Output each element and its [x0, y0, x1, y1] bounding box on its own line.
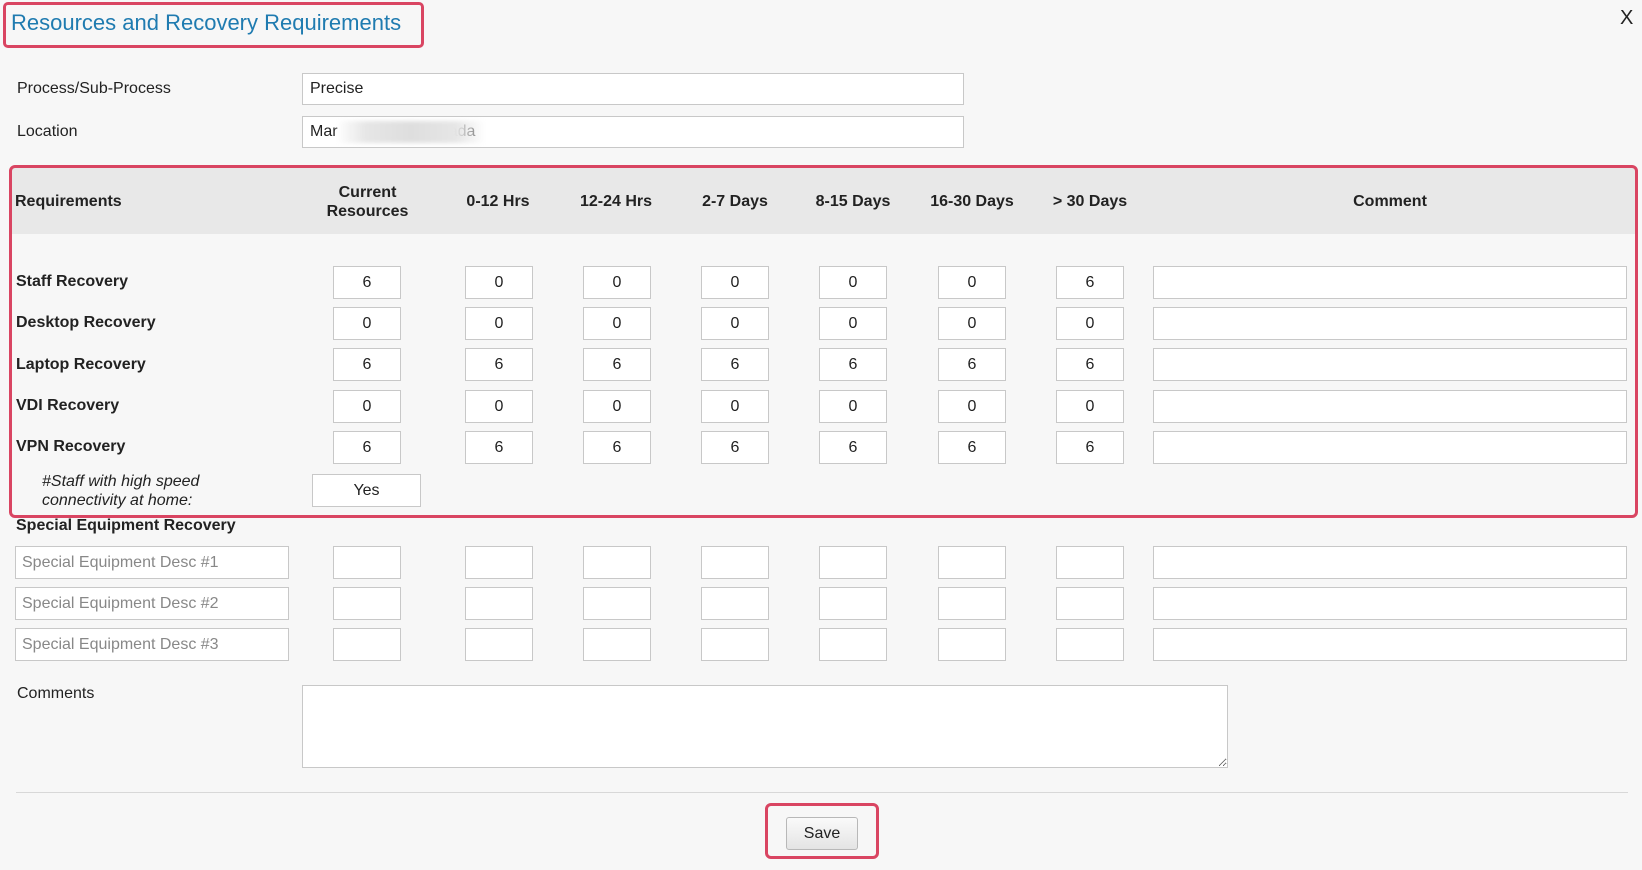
requirements-highlight [9, 165, 1638, 518]
vpn-comment-input[interactable] [1153, 431, 1627, 464]
laptop-over-30-input[interactable] [1056, 348, 1124, 381]
laptop-0-12-input[interactable] [465, 348, 533, 381]
vpn-16-30-input[interactable] [938, 431, 1006, 464]
header-8-15-days: 8-15 Days [815, 193, 891, 210]
comments-textarea[interactable] [302, 685, 1228, 768]
location-redaction [336, 121, 486, 143]
vdi-comment-input[interactable] [1153, 390, 1627, 423]
header-16-30-days: 16-30 Days [930, 193, 1014, 210]
special-1-over-30-input[interactable] [1056, 546, 1124, 579]
header-comment: Comment [1353, 193, 1427, 210]
vpn-12-24-input[interactable] [583, 431, 651, 464]
special-2-8-15-input[interactable] [819, 587, 887, 620]
vpn-over-30-input[interactable] [1056, 431, 1124, 464]
vdi-current-input[interactable] [333, 390, 401, 423]
staff-12-24-input[interactable] [583, 266, 651, 299]
desktop-16-30-input[interactable] [938, 307, 1006, 340]
special-2-12-24-input[interactable] [583, 587, 651, 620]
desktop-current-input[interactable] [333, 307, 401, 340]
special-1-12-24-input[interactable] [583, 546, 651, 579]
special-3-current-input[interactable] [333, 628, 401, 661]
comments-label: Comments [17, 685, 95, 702]
process-input[interactable] [302, 73, 964, 105]
special-1-16-30-input[interactable] [938, 546, 1006, 579]
staff-2-7-input[interactable] [701, 266, 769, 299]
location-label: Location [17, 123, 78, 140]
dialog-title: Resources and Recovery Requirements [11, 10, 402, 35]
header-over-30-days: > 30 Days [1052, 193, 1128, 210]
special-2-over-30-input[interactable] [1056, 587, 1124, 620]
vdi-8-15-input[interactable] [819, 390, 887, 423]
special-2-current-input[interactable] [333, 587, 401, 620]
special-3-16-30-input[interactable] [938, 628, 1006, 661]
header-current-resources: Current Resources [326, 184, 409, 220]
special-3-2-7-input[interactable] [701, 628, 769, 661]
desktop-12-24-input[interactable] [583, 307, 651, 340]
row-label-vdi: VDI Recovery [16, 397, 120, 414]
desktop-comment-input[interactable] [1153, 307, 1627, 340]
special-equipment-header: Special Equipment Recovery [16, 517, 236, 534]
staff-connectivity-label: #Staff with high speed connectivity at h… [42, 473, 200, 509]
special-1-comment-input[interactable] [1153, 546, 1627, 579]
special-1-2-7-input[interactable] [701, 546, 769, 579]
footer-divider [16, 792, 1628, 793]
special-1-current-input[interactable] [333, 546, 401, 579]
save-button[interactable]: Save [786, 817, 858, 850]
special-3-comment-input[interactable] [1153, 628, 1627, 661]
special-1-8-15-input[interactable] [819, 546, 887, 579]
special-desc-1-input[interactable] [15, 546, 289, 579]
vpn-current-input[interactable] [333, 431, 401, 464]
desktop-over-30-input[interactable] [1056, 307, 1124, 340]
desktop-8-15-input[interactable] [819, 307, 887, 340]
special-2-comment-input[interactable] [1153, 587, 1627, 620]
special-3-12-24-input[interactable] [583, 628, 651, 661]
desktop-0-12-input[interactable] [465, 307, 533, 340]
staff-current-input[interactable] [333, 266, 401, 299]
laptop-8-15-input[interactable] [819, 348, 887, 381]
special-2-0-12-input[interactable] [465, 587, 533, 620]
special-2-16-30-input[interactable] [938, 587, 1006, 620]
special-3-0-12-input[interactable] [465, 628, 533, 661]
row-label-desktop: Desktop Recovery [16, 314, 156, 331]
vpn-8-15-input[interactable] [819, 431, 887, 464]
header-12-24-hrs: 12-24 Hrs [579, 193, 653, 210]
laptop-current-input[interactable] [333, 348, 401, 381]
vdi-12-24-input[interactable] [583, 390, 651, 423]
staff-comment-input[interactable] [1153, 266, 1627, 299]
vdi-2-7-input[interactable] [701, 390, 769, 423]
laptop-2-7-input[interactable] [701, 348, 769, 381]
special-desc-2-input[interactable] [15, 587, 289, 620]
staff-16-30-input[interactable] [938, 266, 1006, 299]
vdi-over-30-input[interactable] [1056, 390, 1124, 423]
staff-over-30-input[interactable] [1056, 266, 1124, 299]
row-label-vpn: VPN Recovery [16, 438, 126, 455]
special-desc-3-input[interactable] [15, 628, 289, 661]
laptop-12-24-input[interactable] [583, 348, 651, 381]
laptop-comment-input[interactable] [1153, 348, 1627, 381]
staff-connectivity-select[interactable]: Yes [312, 474, 421, 507]
header-2-7-days: 2-7 Days [702, 193, 768, 210]
vdi-0-12-input[interactable] [465, 390, 533, 423]
vdi-16-30-input[interactable] [938, 390, 1006, 423]
staff-8-15-input[interactable] [819, 266, 887, 299]
special-3-8-15-input[interactable] [819, 628, 887, 661]
special-1-0-12-input[interactable] [465, 546, 533, 579]
row-label-staff: Staff Recovery [16, 273, 129, 290]
row-label-laptop: Laptop Recovery [16, 356, 146, 373]
process-label: Process/Sub-Process [17, 80, 171, 97]
laptop-16-30-input[interactable] [938, 348, 1006, 381]
header-requirements: Requirements [15, 193, 122, 210]
staff-0-12-input[interactable] [465, 266, 533, 299]
vpn-2-7-input[interactable] [701, 431, 769, 464]
vpn-0-12-input[interactable] [465, 431, 533, 464]
header-0-12-hrs: 0-12 Hrs [466, 193, 530, 210]
special-3-over-30-input[interactable] [1056, 628, 1124, 661]
special-2-2-7-input[interactable] [701, 587, 769, 620]
close-icon[interactable]: X [1620, 8, 1633, 28]
desktop-2-7-input[interactable] [701, 307, 769, 340]
